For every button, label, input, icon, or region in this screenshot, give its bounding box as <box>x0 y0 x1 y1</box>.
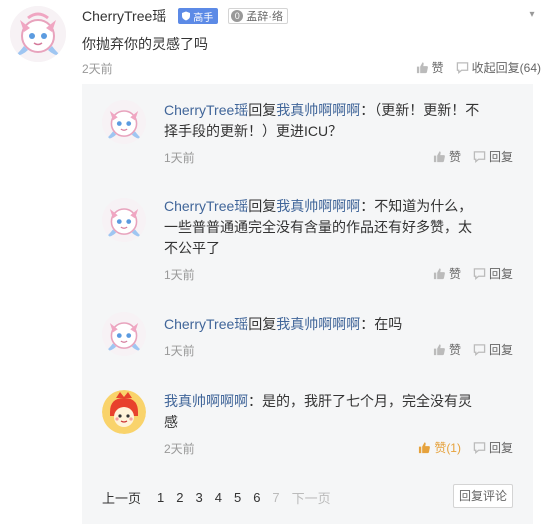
like-label: 赞 <box>448 150 461 164</box>
page-link-1[interactable]: 1 <box>157 490 164 505</box>
reply-item: 我真帅啊啊啊：是的，我肝了七个月，完全没有灵感 2天前 赞(1) 回复 <box>82 380 533 480</box>
prev-page-link[interactable]: 上一页 <box>102 488 141 507</box>
page-link-5[interactable]: 5 <box>234 490 241 505</box>
reply-label: 回复 <box>488 343 513 357</box>
thumbs-up-icon <box>433 151 445 163</box>
like-label: 赞(1) <box>434 441 461 455</box>
reply-author[interactable]: CherryTree瑶 <box>164 198 248 214</box>
comment-text: 你抛弃你的灵感了吗 <box>82 36 208 52</box>
thumbs-up-icon <box>433 268 445 280</box>
red-cartoon-avatar <box>102 390 146 434</box>
avatar-illustration <box>102 100 146 144</box>
like-label: 赞 <box>448 267 461 281</box>
shield-icon <box>182 11 191 21</box>
reply-avatar[interactable] <box>102 198 146 242</box>
reply-button[interactable]: 回复 <box>473 265 513 282</box>
page-link-7[interactable]: 7 <box>272 490 279 505</box>
thumbs-up-icon <box>433 344 445 356</box>
like-button[interactable]: 赞(1) <box>418 439 461 456</box>
comment-icon <box>456 62 468 74</box>
reply-comment-button[interactable]: 回复评论 <box>453 484 513 508</box>
next-page-link[interactable]: 下一页 <box>292 488 331 507</box>
reply-word: 回复 <box>248 198 277 214</box>
reply-word: 回复 <box>248 316 277 332</box>
avatar-illustration <box>102 198 146 242</box>
reply-time: 1天前 <box>164 151 195 165</box>
main-comment: CherryTree瑶 高手 0 孟辞·络 ▾ 你抛弃你的灵感了吗 2天前 赞 … <box>0 0 551 82</box>
page-link-6[interactable]: 6 <box>253 490 260 505</box>
comment-icon <box>473 268 486 280</box>
like-button[interactable]: 赞 <box>433 341 461 358</box>
reply-button[interactable]: 回复 <box>473 341 513 358</box>
reply-item: CherryTree瑶回复我真帅啊啊啊：（更新！更新！不择手段的更新！）更进IC… <box>82 84 533 184</box>
reply-button[interactable]: 回复 <box>473 439 513 456</box>
reply-actions: 赞 回复 <box>421 148 513 165</box>
thumbs-up-icon <box>416 62 428 74</box>
reply-time: 1天前 <box>164 344 195 358</box>
reply-label: 回复 <box>488 267 513 281</box>
group-badge-label: 孟辞·络 <box>246 11 283 23</box>
reply-author[interactable]: CherryTree瑶 <box>164 102 248 118</box>
like-label: 赞 <box>448 343 461 357</box>
collapse-replies-button[interactable]: 收起回复(64) <box>456 59 541 76</box>
more-options-icon[interactable]: ▾ <box>525 8 539 22</box>
reply-time: 1天前 <box>164 268 195 282</box>
reply-target[interactable]: 我真帅啊啊啊 <box>276 102 360 118</box>
like-label: 赞 <box>431 61 444 75</box>
comment-icon <box>473 151 486 163</box>
reply-target[interactable]: 我真帅啊啊啊 <box>276 316 360 332</box>
reply-actions: 赞(1) 回复 <box>406 439 513 456</box>
comment-icon <box>473 344 486 356</box>
reply-author[interactable]: CherryTree瑶 <box>164 316 248 332</box>
reply-word: 回复 <box>248 102 277 118</box>
username[interactable]: CherryTree瑶 <box>82 6 166 26</box>
comment-time: 2天前 <box>82 62 113 76</box>
reply-actions: 赞 回复 <box>421 265 513 282</box>
page-link-4[interactable]: 4 <box>215 490 222 505</box>
group-badge[interactable]: 0 孟辞·络 <box>228 8 288 24</box>
reply-button[interactable]: 回复 <box>473 148 513 165</box>
collapse-replies-label: 收起回复(64) <box>471 61 541 75</box>
like-button[interactable]: 赞 <box>433 265 461 282</box>
avatar-illustration <box>10 6 66 62</box>
reply-actions: 赞 回复 <box>421 341 513 358</box>
pagination: 上一页 1 2 3 4 5 6 7 下一页 <box>102 488 343 507</box>
comment-header: CherryTree瑶 高手 0 孟辞·络 <box>82 6 288 26</box>
reply-time: 2天前 <box>164 442 195 456</box>
reply-avatar[interactable] <box>102 390 146 434</box>
thumbs-up-icon <box>419 442 431 454</box>
avatar-illustration <box>102 312 146 356</box>
reply-avatar[interactable] <box>102 312 146 356</box>
expert-badge: 高手 <box>178 8 219 24</box>
group-level: 0 <box>231 10 244 22</box>
reply-text: CherryTree瑶回复我真帅啊啊啊：（更新！更新！不择手段的更新！）更进IC… <box>164 100 484 142</box>
page-link-3[interactable]: 3 <box>195 490 202 505</box>
reply-item: CherryTree瑶回复我真帅啊啊啊：不知道为什么，一些普普通通完全没有含量的… <box>82 184 533 284</box>
expert-badge-label: 高手 <box>193 12 214 24</box>
comment-actions: 赞 收起回复(64) <box>404 59 541 76</box>
reply-text: 我真帅啊啊啊：是的，我肝了七个月，完全没有灵感 <box>164 391 484 433</box>
reply-label: 回复 <box>488 441 513 455</box>
reply-target[interactable]: 我真帅啊啊啊 <box>276 198 360 214</box>
comment-icon <box>473 442 486 454</box>
reply-label: 回复 <box>488 150 513 164</box>
reply-content: ：在吗 <box>360 316 403 332</box>
reply-avatar[interactable] <box>102 100 146 144</box>
reply-text: CherryTree瑶回复我真帅啊啊啊：在吗 <box>164 314 484 335</box>
like-button[interactable]: 赞 <box>433 148 461 165</box>
page-link-2[interactable]: 2 <box>176 490 183 505</box>
user-avatar[interactable] <box>10 6 66 62</box>
replies-panel: CherryTree瑶回复我真帅啊啊啊：（更新！更新！不择手段的更新！）更进IC… <box>82 84 533 524</box>
like-button[interactable]: 赞 <box>416 59 444 76</box>
reply-author[interactable]: 我真帅啊啊啊 <box>164 393 248 409</box>
reply-text: CherryTree瑶回复我真帅啊啊啊：不知道为什么，一些普普通通完全没有含量的… <box>164 196 484 259</box>
